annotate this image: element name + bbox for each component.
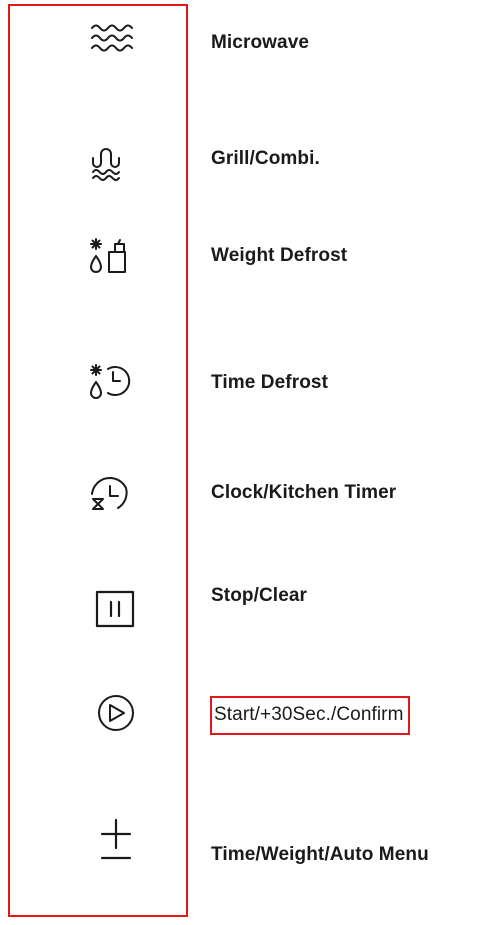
weight-defrost-label: Weight Defrost bbox=[211, 245, 348, 266]
clock-kitchen-timer-icon[interactable] bbox=[88, 472, 144, 528]
plus-minus-icon[interactable] bbox=[88, 808, 144, 864]
stop-clear-label: Stop/Clear bbox=[211, 585, 308, 606]
time-defrost-label: Time Defrost bbox=[211, 372, 328, 393]
weight-defrost-icon[interactable] bbox=[88, 235, 144, 291]
stop-clear-icon[interactable] bbox=[88, 588, 144, 644]
time-weight-auto-menu-label: Time/Weight/Auto Menu bbox=[211, 844, 429, 865]
microwave-label: Microwave bbox=[211, 32, 310, 53]
clock-kitchen-timer-label: Clock/Kitchen Timer bbox=[211, 482, 397, 503]
microwave-waves-icon[interactable] bbox=[88, 18, 144, 74]
grill-combi-label: Grill/Combi. bbox=[211, 148, 320, 169]
grill-combi-icon[interactable] bbox=[88, 140, 144, 196]
time-defrost-icon[interactable] bbox=[88, 360, 144, 416]
start-play-icon[interactable] bbox=[88, 695, 144, 751]
start-confirm-label: Start/+30Sec./Confirm bbox=[210, 696, 410, 735]
